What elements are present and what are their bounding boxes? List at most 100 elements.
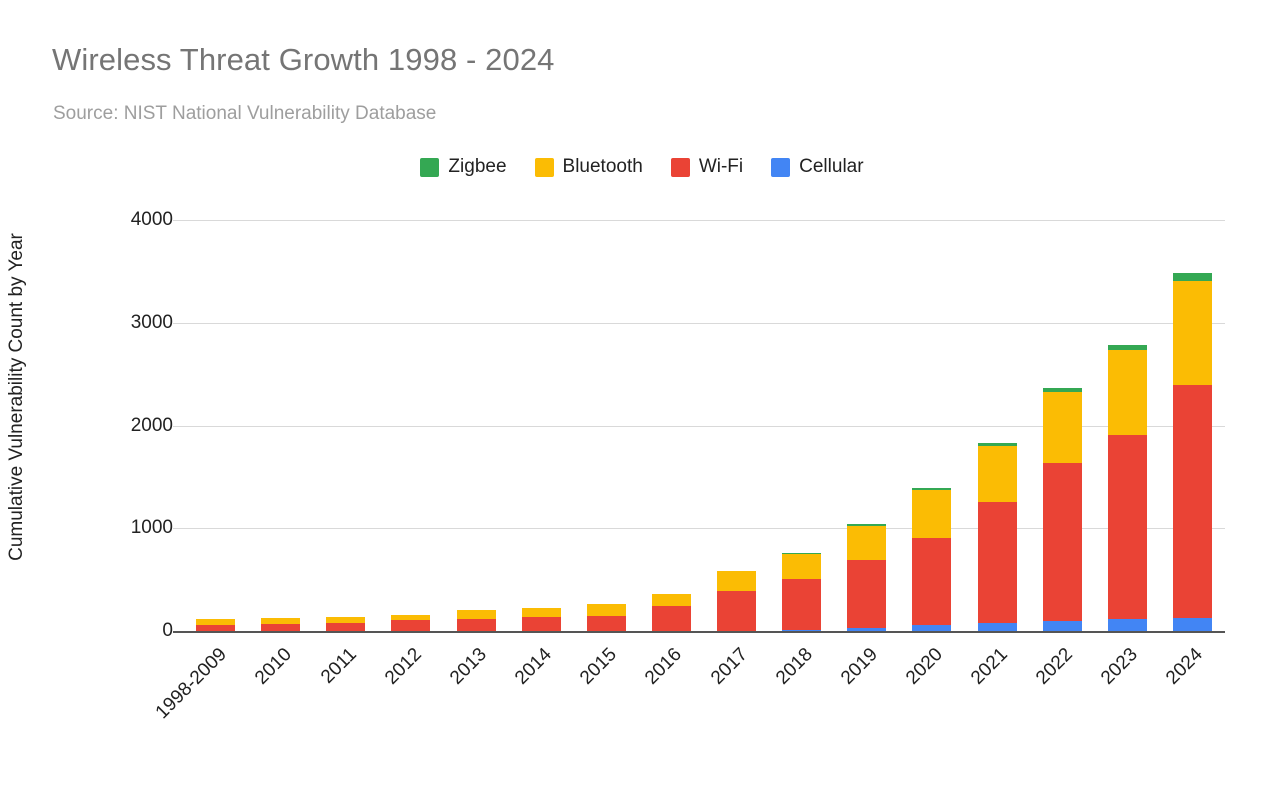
bar-segment-bluetooth[interactable]	[717, 570, 757, 591]
bar-segment-wi-fi[interactable]	[391, 620, 431, 631]
legend-item-label: Wi-Fi	[698, 156, 744, 177]
bar-segment-bluetooth[interactable]	[586, 603, 626, 616]
y-axis-tick-mark	[173, 220, 183, 221]
y-axis-tick-label: 3000	[130, 311, 173, 333]
legend-item-label: Bluetooth	[562, 156, 643, 177]
y-axis-tick-mark	[173, 425, 183, 427]
legend-color-swatch	[771, 157, 791, 177]
x-axis-tick-label: 2010	[250, 644, 296, 689]
stacked-bar[interactable]	[1172, 273, 1212, 631]
bar-slot	[248, 220, 313, 631]
bar-segment-wi-fi[interactable]	[261, 624, 301, 631]
x-axis-tick-label: 2012	[381, 644, 426, 689]
legend-color-swatch	[670, 157, 690, 177]
bar-slot	[834, 220, 899, 631]
x-axis-label-slot: 2015	[574, 640, 639, 760]
bar-segment-bluetooth[interactable]	[782, 554, 822, 580]
stacked-bar[interactable]	[196, 619, 236, 631]
stacked-bar[interactable]	[782, 552, 822, 631]
chart-legend: Zigbee Bluetooth Wi-Fi Cellular	[0, 156, 1284, 178]
x-axis-label-slot: 1998-2009	[151, 640, 248, 760]
stacked-bar[interactable]	[651, 594, 691, 631]
x-axis-label-slot: 2018	[769, 640, 834, 760]
x-axis-tick-label: 2024	[1162, 644, 1208, 689]
x-axis-label-slot: 2020	[899, 640, 964, 760]
y-axis-title: Cumulative Vulnerability Count by Year	[6, 233, 27, 561]
bar-segment-cellular[interactable]	[912, 625, 952, 631]
stacked-bar[interactable]	[261, 617, 301, 631]
bar-segment-wi-fi[interactable]	[456, 618, 496, 631]
stacked-bar[interactable]	[912, 487, 952, 631]
stacked-bar[interactable]	[847, 523, 887, 631]
x-axis-label-slot: 2023	[1095, 640, 1160, 760]
x-axis-tick-label: 1998-2009	[151, 644, 231, 724]
bar-segment-cellular[interactable]	[1172, 617, 1212, 631]
stacked-bar[interactable]	[717, 570, 757, 631]
bar-segment-wi-fi[interactable]	[912, 538, 952, 626]
legend-color-swatch	[534, 157, 554, 177]
bar-segment-bluetooth[interactable]	[847, 525, 887, 561]
y-axis-tick-label: 1000	[130, 517, 173, 539]
bar-segment-wi-fi[interactable]	[521, 616, 561, 631]
bar-segment-cellular[interactable]	[782, 629, 822, 631]
bar-segment-bluetooth[interactable]	[456, 609, 496, 619]
x-axis-label-slot: 2016	[639, 640, 704, 760]
legend-item[interactable]: Wi-Fi	[670, 156, 744, 178]
bar-segment-wi-fi[interactable]	[782, 579, 822, 630]
x-axis-tick-label: 2019	[836, 644, 882, 689]
y-axis-tick-marks	[173, 220, 183, 632]
bar-segment-cellular[interactable]	[847, 627, 887, 631]
x-axis-tick-label: 2023	[1097, 644, 1143, 689]
legend-item[interactable]: Bluetooth	[534, 156, 643, 178]
legend-item[interactable]: Cellular	[771, 156, 864, 178]
bar-segment-bluetooth[interactable]	[912, 490, 952, 539]
stacked-bar[interactable]	[326, 616, 366, 631]
bar-slot	[183, 220, 248, 631]
legend-item[interactable]: Zigbee	[420, 156, 507, 178]
bar-segment-wi-fi[interactable]	[977, 502, 1017, 624]
stacked-bar[interactable]	[586, 603, 626, 631]
bar-segment-bluetooth[interactable]	[651, 594, 691, 607]
stacked-bar[interactable]	[977, 443, 1017, 631]
x-axis-tick-label: 2013	[446, 644, 491, 689]
x-axis-tick-label: 2021	[967, 644, 1012, 689]
bar-segment-wi-fi[interactable]	[196, 625, 236, 631]
bar-segment-wi-fi[interactable]	[1042, 462, 1082, 622]
y-axis-tick-mark	[173, 322, 183, 324]
bar-segment-wi-fi[interactable]	[717, 590, 757, 631]
y-axis-tick-mark	[173, 528, 183, 530]
bar-segment-wi-fi[interactable]	[1107, 434, 1147, 620]
bar-segment-bluetooth[interactable]	[1172, 281, 1212, 385]
x-axis-label-slot: 2011	[313, 640, 378, 760]
bar-slot	[769, 220, 834, 631]
bar-segment-wi-fi[interactable]	[847, 560, 887, 628]
stacked-bar[interactable]	[1042, 388, 1082, 631]
legend-item-label: Cellular	[799, 156, 864, 177]
x-axis-label-slot: 2022	[1030, 640, 1095, 760]
stacked-bar[interactable]	[456, 609, 496, 631]
x-axis-label-slot: 2019	[834, 640, 899, 760]
stacked-bar[interactable]	[391, 614, 431, 631]
bar-segment-bluetooth[interactable]	[1042, 391, 1082, 463]
legend-color-swatch	[420, 157, 440, 177]
bar-segment-wi-fi[interactable]	[586, 615, 626, 631]
bar-segment-wi-fi[interactable]	[651, 606, 691, 631]
x-axis-tick-label: 2016	[641, 644, 687, 689]
bar-slot	[1030, 220, 1095, 631]
bar-segment-cellular[interactable]	[977, 623, 1017, 631]
bar-segment-bluetooth[interactable]	[521, 608, 561, 617]
bar-segment-wi-fi[interactable]	[326, 623, 366, 631]
bar-segment-cellular[interactable]	[1107, 619, 1147, 631]
x-axis-tick-label: 2020	[902, 644, 947, 689]
x-axis-tick-label: 2022	[1032, 644, 1078, 689]
stacked-bar[interactable]	[1107, 345, 1147, 631]
bar-segment-zigbee[interactable]	[1172, 273, 1212, 282]
bar-segment-bluetooth[interactable]	[977, 446, 1017, 503]
y-axis-tick-label: 0	[162, 620, 173, 641]
stacked-bar[interactable]	[521, 608, 561, 631]
bar-segment-wi-fi[interactable]	[1172, 384, 1212, 618]
bar-segment-bluetooth[interactable]	[1107, 350, 1147, 435]
x-axis-tick-label: 2011	[316, 644, 361, 688]
chart-title: Wireless Threat Growth 1998 - 2024	[52, 42, 555, 77]
bar-segment-cellular[interactable]	[1042, 621, 1082, 631]
